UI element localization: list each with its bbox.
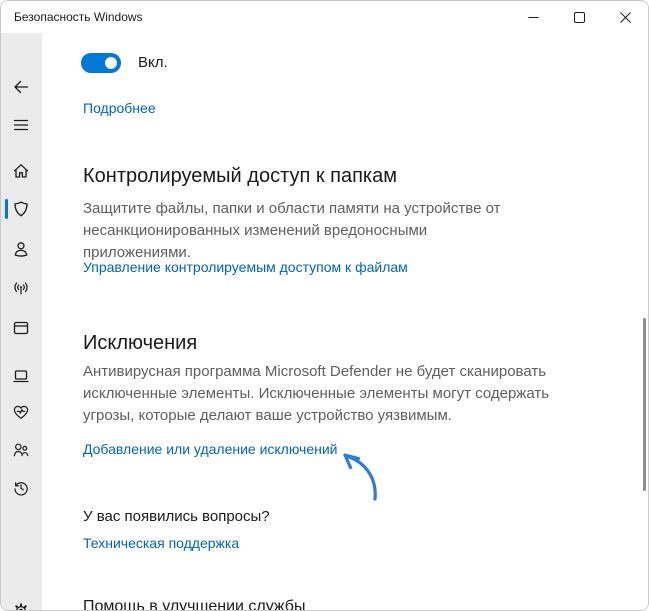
main-content: Вкл. Подробнее Контролируемый доступ к п… bbox=[42, 33, 648, 610]
section-heading-controlled-folder-access: Контролируемый доступ к папкам bbox=[83, 165, 397, 187]
protection-toggle[interactable] bbox=[81, 53, 121, 73]
footer-partial-heading: Помощь в улучшении службы bbox=[83, 598, 306, 611]
family-icon bbox=[13, 443, 29, 457]
menu-icon bbox=[13, 119, 29, 131]
close-icon bbox=[619, 11, 631, 23]
account-icon bbox=[14, 242, 28, 257]
settings-gear-icon bbox=[15, 603, 27, 610]
vertical-scrollbar-thumb[interactable] bbox=[643, 318, 646, 491]
sidebar-item-network-protection[interactable] bbox=[11, 278, 31, 298]
minimize-button[interactable] bbox=[510, 1, 556, 33]
close-button[interactable] bbox=[602, 1, 648, 33]
selected-indicator bbox=[5, 199, 8, 219]
section-body-controlled-folder-access: Защитите файлы, папки и области памяти н… bbox=[83, 200, 501, 261]
sidebar-item-home[interactable] bbox=[11, 161, 31, 181]
minimize-icon bbox=[528, 16, 538, 18]
questions-heading: У вас появились вопросы? bbox=[83, 508, 270, 525]
sidebar-item-settings[interactable] bbox=[11, 601, 31, 610]
sidebar-item-device-health[interactable] bbox=[11, 402, 31, 422]
app-browser-icon bbox=[13, 321, 29, 335]
sidebar-nav bbox=[1, 33, 42, 610]
toggle-state-label: Вкл. bbox=[138, 54, 168, 71]
device-security-icon bbox=[13, 370, 29, 383]
annotation-arrow-icon bbox=[343, 453, 377, 501]
sidebar-item-account-protection[interactable] bbox=[11, 239, 31, 259]
sidebar-item-device-security[interactable] bbox=[11, 366, 31, 386]
add-remove-exclusions-link[interactable]: Добавление или удаление исключений bbox=[83, 441, 338, 457]
section-body-exclusions: Антивирусная программа Microsoft Defende… bbox=[83, 363, 550, 424]
history-icon bbox=[14, 482, 28, 496]
network-protection-icon bbox=[14, 282, 28, 295]
section-heading-exclusions: Исключения bbox=[83, 332, 198, 354]
manage-controlled-access-link[interactable]: Управление контролируемым доступом к фай… bbox=[83, 259, 408, 275]
sidebar-item-app-browser-control[interactable] bbox=[11, 318, 31, 338]
maximize-icon bbox=[573, 11, 585, 23]
back-arrow-icon bbox=[14, 80, 29, 94]
maximize-button[interactable] bbox=[556, 1, 602, 33]
sidebar-item-protection-history[interactable] bbox=[11, 478, 31, 498]
back-button[interactable] bbox=[11, 77, 31, 97]
toggle-knob-icon bbox=[105, 57, 117, 69]
tech-support-link[interactable]: Техническая поддержка bbox=[83, 535, 239, 551]
windows-security-window: Безопасность Windows Вкл. Подробнее Конт… bbox=[0, 0, 649, 611]
device-health-icon bbox=[13, 405, 29, 419]
home-icon bbox=[13, 164, 29, 178]
sidebar-item-family-options[interactable] bbox=[11, 440, 31, 460]
window-title: Безопасность Windows bbox=[14, 10, 143, 24]
shield-icon bbox=[14, 201, 28, 217]
titlebar: Безопасность Windows bbox=[1, 1, 648, 33]
window-controls bbox=[510, 1, 648, 33]
sidebar-item-virus-protection[interactable] bbox=[11, 199, 31, 219]
details-link[interactable]: Подробнее bbox=[83, 100, 156, 116]
menu-button[interactable] bbox=[11, 115, 31, 135]
